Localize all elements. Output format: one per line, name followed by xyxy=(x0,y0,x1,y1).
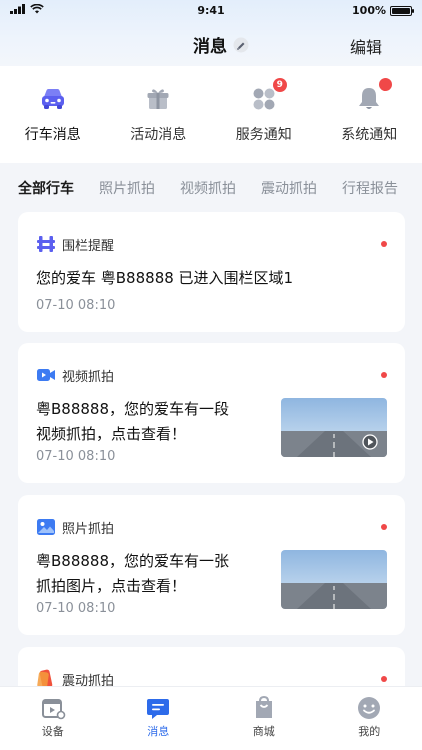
gift-icon xyxy=(143,84,173,114)
message-card-video[interactable]: 视频抓拍 粤B88888，您的爱车有一段 视频抓拍，点击查看！ 07-10 08… xyxy=(18,343,405,483)
tab-label: 设备 xyxy=(41,725,64,738)
tab-profile[interactable]: 我的 xyxy=(317,687,422,750)
card-time: 07-10 08:10 xyxy=(36,601,116,616)
clear-all-icon[interactable] xyxy=(233,37,249,53)
category-service[interactable]: 9 服务通知 xyxy=(211,66,317,163)
card-message-line: 粤B88888，您的爱车有一张 xyxy=(36,552,230,570)
card-message: 您的爱车 粤B88888 已进入围栏区域1 xyxy=(36,269,294,287)
category-label: 行车消息 xyxy=(24,127,81,143)
car-icon xyxy=(38,84,68,114)
card-time: 07-10 08:10 xyxy=(36,298,116,313)
category-label: 系统通知 xyxy=(341,127,398,143)
tab-shop[interactable]: 商城 xyxy=(211,687,317,750)
video-thumbnail[interactable] xyxy=(281,398,387,457)
card-type-label: 视频抓拍 xyxy=(62,369,115,385)
system-unread-dot xyxy=(379,78,393,91)
filter-vibration[interactable]: 震动抓拍 xyxy=(261,178,317,198)
service-badge: 9 xyxy=(272,78,287,92)
edit-button[interactable]: 编辑 xyxy=(350,34,382,58)
card-header: 视频抓拍 xyxy=(36,365,114,385)
photo-icon xyxy=(37,519,55,535)
card-header: 照片抓拍 xyxy=(36,517,114,537)
card-header: 围栏提醒 xyxy=(36,234,114,254)
shop-icon xyxy=(255,695,272,718)
card-type-label: 照片抓拍 xyxy=(62,521,115,537)
page-title: 消息 xyxy=(193,37,227,57)
card-message: 粤B88888，您的爱车有一段 视频抓拍，点击查看！ xyxy=(36,397,229,447)
message-card-fence[interactable]: 围栏提醒 您的爱车 粤B88888 已进入围栏区域1 07-10 08:10 xyxy=(18,212,405,332)
card-message-line: 视频抓拍，点击查看！ xyxy=(36,425,187,443)
fence-icon xyxy=(37,236,55,252)
message-icon xyxy=(147,699,170,719)
category-label: 服务通知 xyxy=(235,127,292,143)
unread-dot xyxy=(381,676,387,682)
card-message-line: 粤B88888，您的爱车有一段 xyxy=(36,400,230,418)
category-label: 活动消息 xyxy=(130,127,187,143)
card-time: 07-10 08:10 xyxy=(36,449,116,464)
tab-label: 消息 xyxy=(147,725,170,738)
message-card-photo[interactable]: 照片抓拍 粤B88888，您的爱车有一张 抓拍图片，点击查看！ 07-10 08… xyxy=(18,495,405,635)
filter-trip-report[interactable]: 行程报告 xyxy=(342,178,398,198)
category-driving[interactable]: 行车消息 xyxy=(0,66,106,163)
profile-icon xyxy=(358,697,381,719)
battery-icon xyxy=(390,5,414,16)
category-system[interactable]: 系统通知 xyxy=(317,66,422,163)
status-bar: 9:41 100% xyxy=(0,0,422,22)
filter-photo[interactable]: 照片抓拍 xyxy=(99,178,155,198)
apps-icon: 9 xyxy=(249,78,287,114)
battery-percent: 100% xyxy=(352,4,386,17)
device-icon xyxy=(41,699,66,720)
unread-dot xyxy=(381,372,387,378)
bottom-tab-bar: 设备 消息 商城 我的 xyxy=(0,686,422,750)
bell-icon xyxy=(354,78,393,114)
video-icon xyxy=(37,369,55,381)
photo-thumbnail[interactable] xyxy=(281,550,387,609)
tab-device[interactable]: 设备 xyxy=(0,687,106,750)
nav-title-group: 消息 xyxy=(193,32,249,57)
battery-group: 100% xyxy=(352,4,414,17)
card-message: 粤B88888，您的爱车有一张 抓拍图片，点击查看！ xyxy=(36,549,229,599)
filter-tabs: 全部行车 照片抓拍 视频抓拍 震动抓拍 行程报告 xyxy=(18,178,422,198)
nav-bar: 消息 编辑 xyxy=(0,22,422,66)
tab-message[interactable]: 消息 xyxy=(106,687,212,750)
card-type-label: 围栏提醒 xyxy=(62,238,115,254)
category-tabs: 行车消息 活动消息 9 服务通知 系统通知 xyxy=(0,66,422,163)
filter-all[interactable]: 全部行车 xyxy=(18,178,74,198)
category-activity[interactable]: 活动消息 xyxy=(106,66,212,163)
tab-label: 商城 xyxy=(252,725,275,738)
unread-dot xyxy=(381,524,387,530)
card-message-line: 抓拍图片，点击查看！ xyxy=(36,577,187,595)
tab-label: 我的 xyxy=(358,725,381,738)
unread-dot xyxy=(381,241,387,247)
filter-video[interactable]: 视频抓拍 xyxy=(180,178,236,198)
